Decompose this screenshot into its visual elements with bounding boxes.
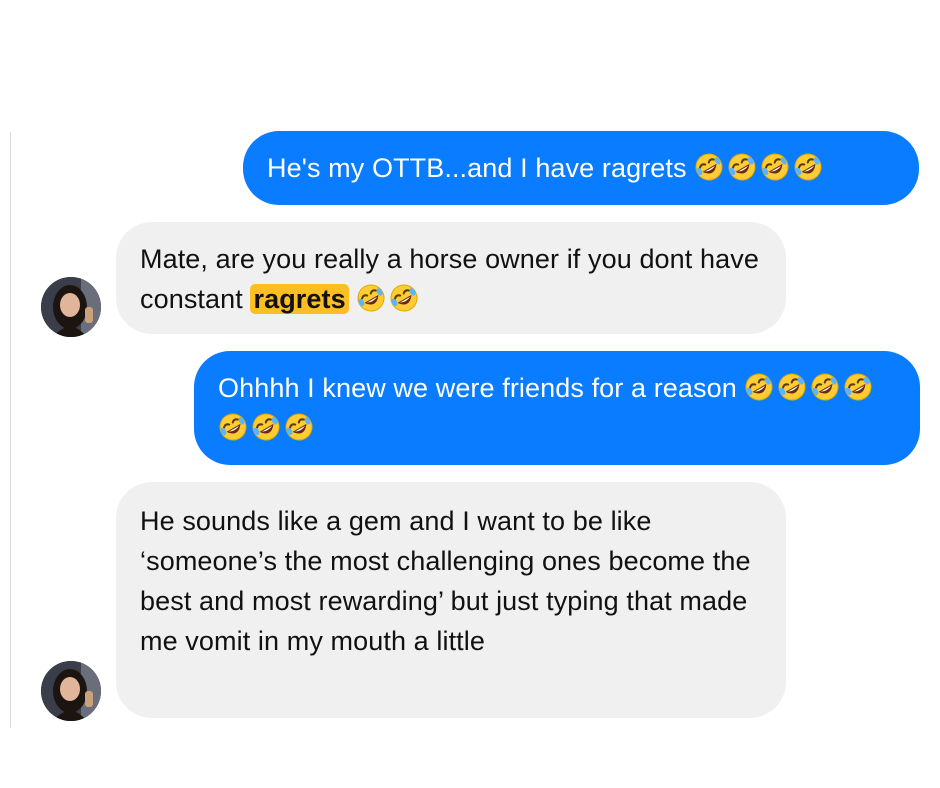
message-text: He sounds like a gem and I want to be li… <box>140 506 751 656</box>
rolling-laughing-emoji-icon <box>810 372 840 402</box>
contact-avatar-icon <box>41 277 101 337</box>
rolling-laughing-emoji-icon <box>251 412 281 442</box>
rolling-laughing-emoji-icon <box>777 372 807 402</box>
rolling-laughing-emoji-icon <box>694 152 724 182</box>
rolling-laughing-emoji-icon <box>218 412 248 442</box>
avatar[interactable] <box>41 661 101 721</box>
rolling-laughing-emoji-icon <box>356 283 386 313</box>
rolling-laughing-emoji-icon <box>843 372 873 402</box>
message-outgoing[interactable]: He's my OTTB...and I have ragrets <box>243 131 919 205</box>
contact-avatar-icon <box>41 661 101 721</box>
message-outgoing[interactable]: Ohhhh I knew we were friends for a reaso… <box>194 351 920 465</box>
message-text: Mate, are you really a horse owner if yo… <box>140 244 759 314</box>
message-text: He's my OTTB...and I have ragrets <box>267 153 687 183</box>
rolling-laughing-emoji-icon <box>744 372 774 402</box>
conversation-divider <box>10 132 11 728</box>
message-incoming[interactable]: Mate, are you really a horse owner if yo… <box>116 222 786 334</box>
highlighted-word: ragrets <box>250 284 349 314</box>
rolling-laughing-emoji-icon <box>284 412 314 442</box>
rolling-laughing-emoji-icon <box>793 152 823 182</box>
rolling-laughing-emoji-icon <box>727 152 757 182</box>
message-text: Ohhhh I knew we were friends for a reaso… <box>218 373 737 403</box>
emoji-group <box>694 153 826 183</box>
rolling-laughing-emoji-icon <box>760 152 790 182</box>
message-incoming[interactable]: He sounds like a gem and I want to be li… <box>116 482 786 718</box>
avatar[interactable] <box>41 277 101 337</box>
emoji-group <box>356 284 422 314</box>
rolling-laughing-emoji-icon <box>389 283 419 313</box>
